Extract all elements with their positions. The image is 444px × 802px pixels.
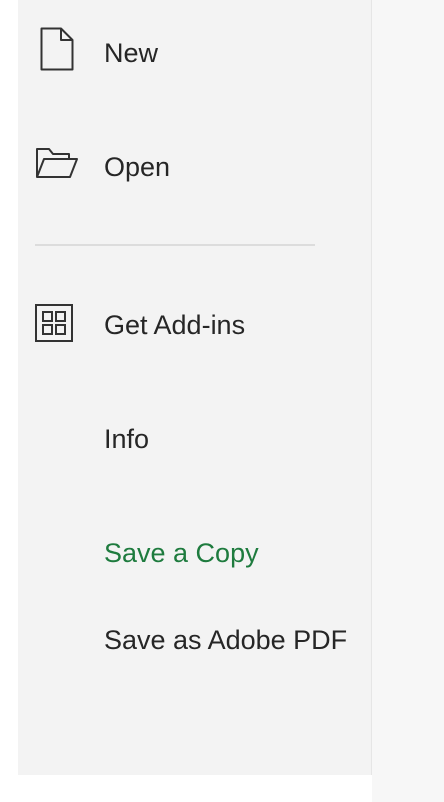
menu-item-open-label: Open xyxy=(104,152,171,182)
menu-item-new[interactable]: New xyxy=(18,22,371,86)
menu-item-new-label: New xyxy=(104,38,159,68)
menu-item-get-add-ins-label: Get Add-ins xyxy=(104,310,246,340)
add-ins-grid-icon xyxy=(35,304,73,342)
backstage-content-pane xyxy=(372,0,444,802)
window-left-margin xyxy=(0,0,18,802)
menu-item-info[interactable]: Info xyxy=(18,410,371,474)
new-document-icon xyxy=(40,27,74,71)
menu-divider xyxy=(35,244,315,246)
menu-item-open[interactable]: Open xyxy=(18,136,371,200)
menu-item-save-a-copy-label: Save a Copy xyxy=(104,538,259,568)
menu-item-info-label: Info xyxy=(104,424,150,454)
menu-item-save-as-adobe-pdf[interactable]: Save as Adobe PDF xyxy=(18,616,371,736)
menu-item-save-a-copy[interactable]: Save a Copy xyxy=(18,524,371,588)
folder-open-icon xyxy=(36,148,78,178)
menu-item-get-add-ins[interactable]: Get Add-ins xyxy=(18,296,371,360)
menu-item-save-as-adobe-pdf-label: Save as Adobe PDF xyxy=(104,625,348,655)
